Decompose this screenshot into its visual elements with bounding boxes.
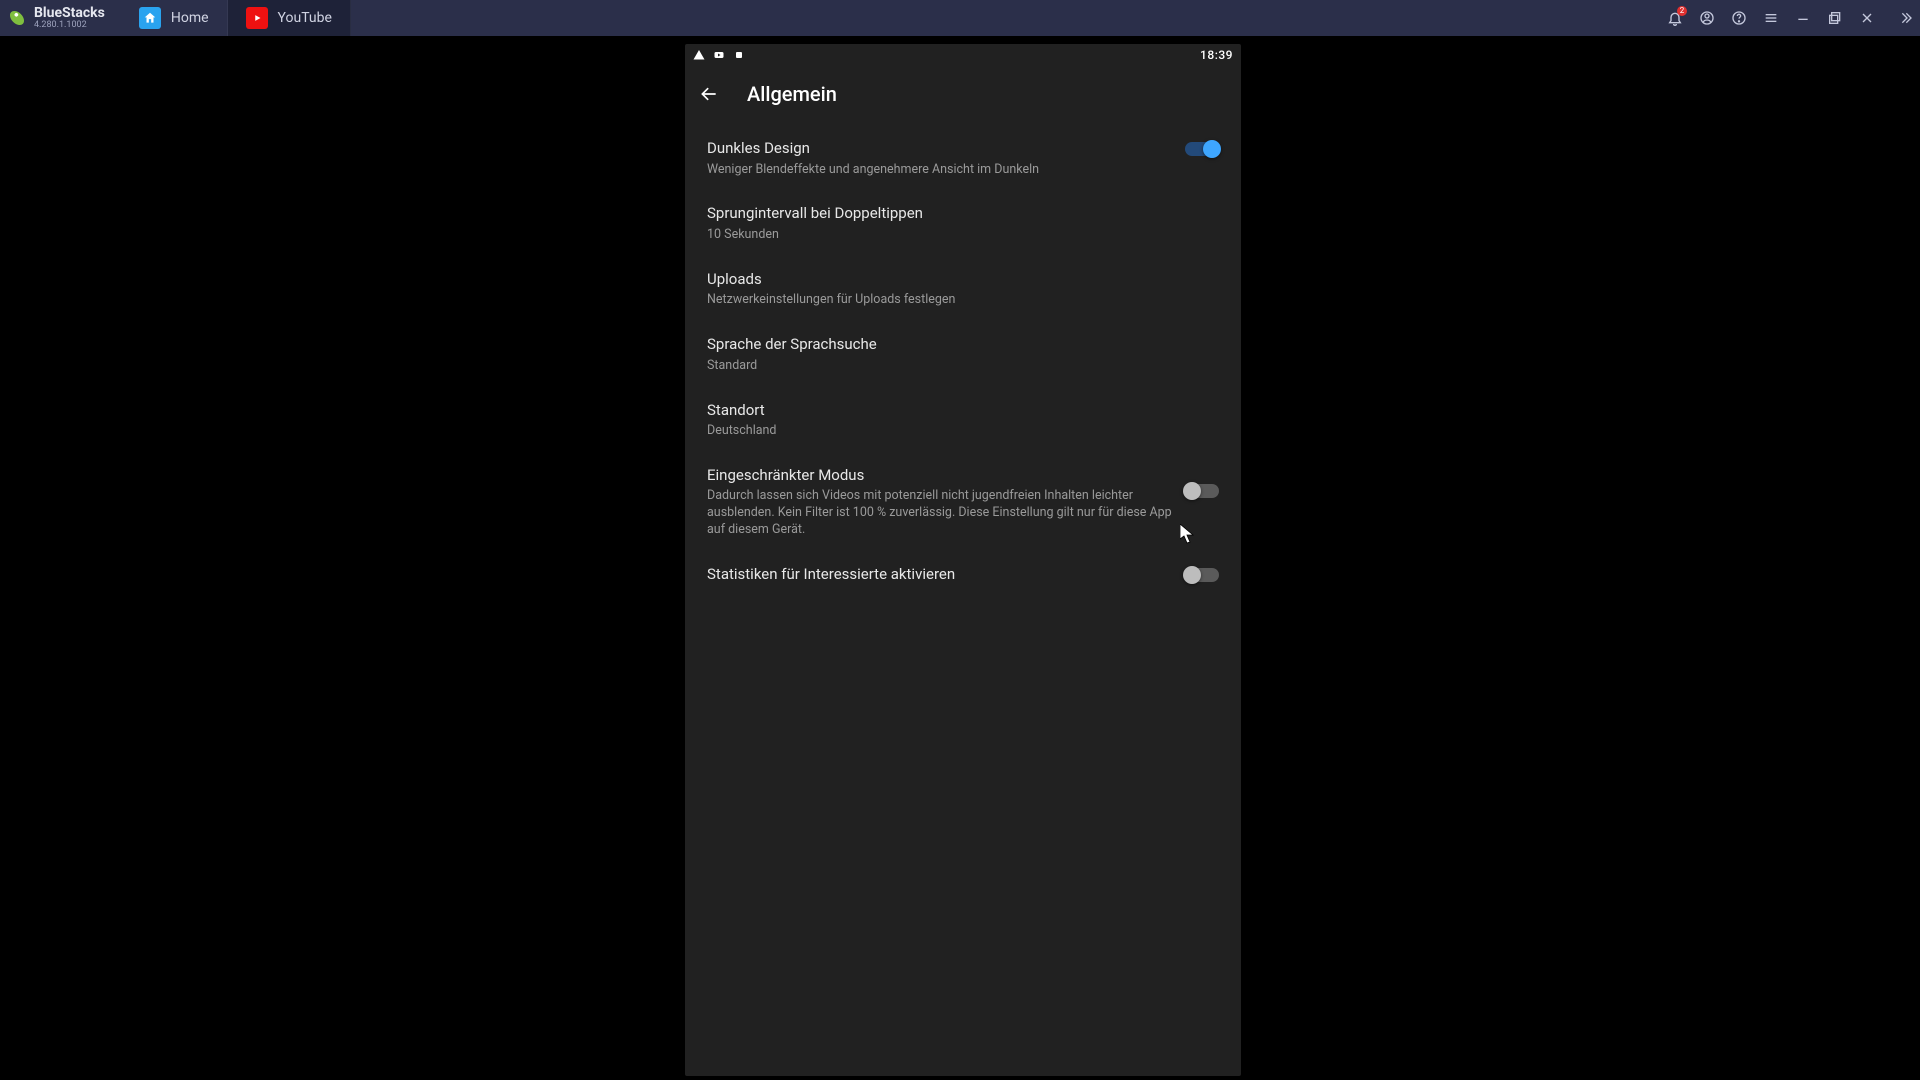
- tab-home-label: Home: [171, 10, 209, 26]
- setting-double-tap[interactable]: Sprungintervall bei Doppeltippen 10 Seku…: [685, 191, 1241, 256]
- minimize-button[interactable]: [1794, 9, 1812, 27]
- notification-badge: 2: [1677, 6, 1687, 16]
- setting-stats-nerds[interactable]: Statistiken für Interessierte aktivieren: [685, 552, 1241, 598]
- setting-voice-language[interactable]: Sprache der Sprachsuche Standard: [685, 322, 1241, 387]
- bluestacks-version: 4.280.1.1002: [34, 21, 105, 30]
- bluestacks-controls: 2: [1666, 0, 1914, 36]
- bluestacks-logo-group: BlueStacks 4.280.1.1002: [0, 6, 111, 30]
- warning-icon: [693, 49, 705, 61]
- bluestacks-tabs: Home YouTube: [121, 0, 351, 36]
- account-button[interactable]: [1698, 9, 1716, 27]
- close-button[interactable]: [1858, 9, 1876, 27]
- setting-dark-design-title: Dunkles Design: [707, 139, 1175, 159]
- android-viewport: 18:39 Allgemein Dunkles Design Weniger B…: [685, 44, 1241, 1076]
- setting-uploads[interactable]: Uploads Netzwerkeinstellungen für Upload…: [685, 257, 1241, 322]
- page-title: Allgemein: [747, 82, 837, 106]
- help-button[interactable]: [1730, 9, 1748, 27]
- status-time: 18:39: [1200, 48, 1233, 62]
- settings-list: Dunkles Design Weniger Blendeffekte und …: [685, 122, 1241, 602]
- setting-restricted-mode-title: Eingeschränkter Modus: [707, 466, 1175, 486]
- setting-voice-language-sub: Standard: [707, 358, 1209, 375]
- bluestacks-brand: BlueStacks: [34, 6, 105, 20]
- youtube-icon: [246, 7, 268, 29]
- toggle-dark-design[interactable]: [1185, 142, 1219, 156]
- expand-sidebar-button[interactable]: [1896, 9, 1914, 27]
- bluestacks-brand-col: BlueStacks 4.280.1.1002: [34, 6, 105, 30]
- tab-youtube-label: YouTube: [278, 10, 332, 26]
- app-bar: Allgemein: [685, 66, 1241, 122]
- menu-button[interactable]: [1762, 9, 1780, 27]
- tab-youtube[interactable]: YouTube: [228, 0, 351, 36]
- setting-location[interactable]: Standort Deutschland: [685, 388, 1241, 453]
- bluestacks-logo-icon: [6, 7, 28, 29]
- home-icon: [139, 7, 161, 29]
- status-bar: 18:39: [685, 44, 1241, 66]
- status-left-icons: [693, 49, 745, 61]
- status-misc-icon: [733, 49, 745, 61]
- bluestacks-topbar: BlueStacks 4.280.1.1002 Home YouTube 2: [0, 0, 1920, 36]
- setting-location-title: Standort: [707, 401, 1209, 421]
- setting-dark-design-sub: Weniger Blendeffekte und angenehmere Ans…: [707, 162, 1175, 179]
- setting-uploads-title: Uploads: [707, 270, 1209, 290]
- toggle-restricted-mode[interactable]: [1185, 484, 1219, 498]
- setting-voice-language-title: Sprache der Sprachsuche: [707, 335, 1209, 355]
- setting-restricted-mode[interactable]: Eingeschränkter Modus Dadurch lassen sic…: [685, 453, 1241, 552]
- notifications-button[interactable]: 2: [1666, 9, 1684, 27]
- setting-uploads-sub: Netzwerkeinstellungen für Uploads festle…: [707, 292, 1209, 309]
- setting-double-tap-title: Sprungintervall bei Doppeltippen: [707, 204, 1209, 224]
- setting-dark-design[interactable]: Dunkles Design Weniger Blendeffekte und …: [685, 126, 1241, 191]
- setting-stats-nerds-title: Statistiken für Interessierte aktivieren: [707, 565, 1175, 585]
- maximize-button[interactable]: [1826, 9, 1844, 27]
- youtube-status-icon: [713, 49, 725, 61]
- setting-double-tap-sub: 10 Sekunden: [707, 227, 1209, 244]
- toggle-stats-nerds[interactable]: [1185, 568, 1219, 582]
- tab-home[interactable]: Home: [121, 0, 228, 36]
- back-button[interactable]: [695, 80, 723, 108]
- setting-restricted-mode-sub: Dadurch lassen sich Videos mit potenziel…: [707, 488, 1175, 539]
- setting-location-sub: Deutschland: [707, 423, 1209, 440]
